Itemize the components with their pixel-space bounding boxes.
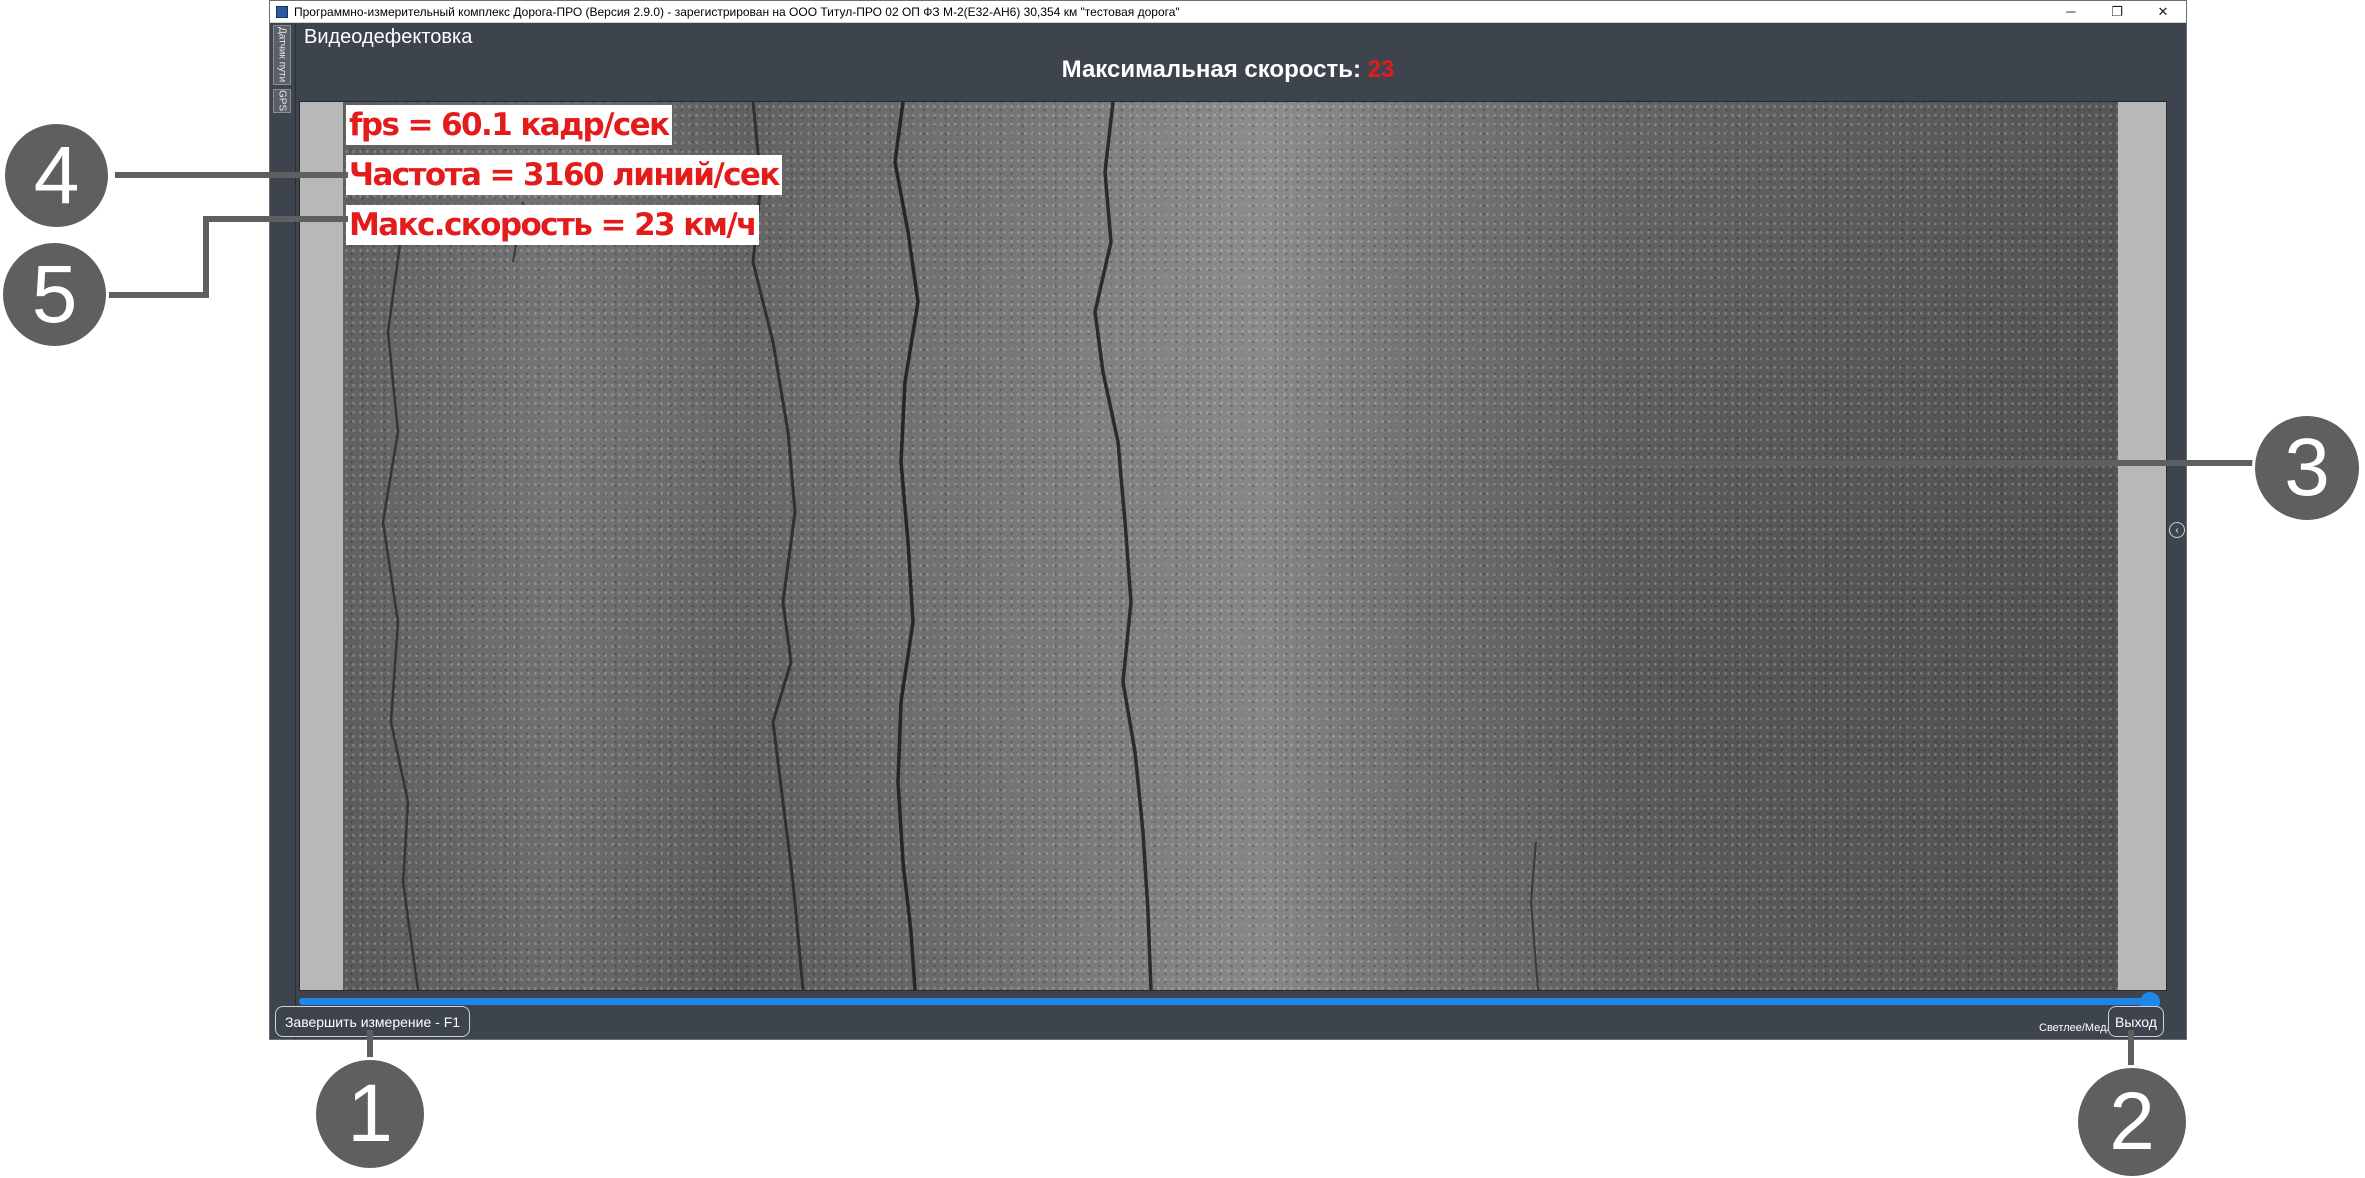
max-speed-header: Максимальная скорость: 23 — [295, 56, 2161, 84]
fps-readout: fps = 60.1 кадр/сек — [346, 105, 672, 145]
window-controls: ─ ❐ ✕ — [2048, 1, 2186, 22]
app-window: Программно-измерительный комплекс Дорога… — [269, 0, 2187, 1040]
callout-5: 5 — [3, 243, 106, 346]
max-speed-value: 23 — [1367, 56, 1395, 83]
progress-bar[interactable] — [299, 998, 2157, 1005]
collapse-panel-icon[interactable]: ‹ — [2169, 522, 2185, 538]
callout-2-line — [2128, 1030, 2134, 1070]
callout-5-line-vertical — [203, 216, 209, 298]
callout-5-line-top — [203, 216, 348, 222]
callout-4: 4 — [5, 124, 108, 227]
callout-3-line — [1552, 460, 2262, 466]
max-speed-label: Максимальная скорость: — [1061, 56, 1361, 83]
window-title: Программно-измерительный комплекс Дорога… — [294, 4, 1180, 19]
callout-4-line — [115, 172, 348, 178]
brightness-mode-label: Светлее/Медленнее — [2039, 1022, 2109, 1034]
restore-button[interactable]: ❐ — [2094, 1, 2140, 22]
minimize-button[interactable]: ─ — [2048, 1, 2094, 22]
tab-distance-sensor[interactable]: Датчик пути — [273, 25, 291, 85]
callout-1: 1 — [316, 1060, 424, 1168]
exit-button[interactable]: Выход — [2108, 1006, 2164, 1037]
callout-5-line-bottom — [100, 292, 209, 298]
callout-2: 2 — [2078, 1068, 2186, 1176]
frequency-readout: Частота = 3160 линий/сек — [346, 155, 782, 195]
panel-title: Видеодефектовка — [304, 26, 473, 48]
title-bar: Программно-измерительный комплекс Дорога… — [270, 1, 2186, 23]
tab-gps[interactable]: GPS — [273, 89, 291, 113]
max-speed-readout: Макс.скорость = 23 км/ч — [346, 205, 759, 245]
app-icon — [276, 5, 288, 18]
video-frame: fps = 60.1 кадр/сек Частота = 3160 линий… — [299, 101, 2167, 991]
close-button[interactable]: ✕ — [2140, 1, 2186, 22]
callout-3: 3 — [2255, 416, 2359, 520]
road-surface-image: fps = 60.1 кадр/сек Частота = 3160 линий… — [343, 102, 2118, 990]
